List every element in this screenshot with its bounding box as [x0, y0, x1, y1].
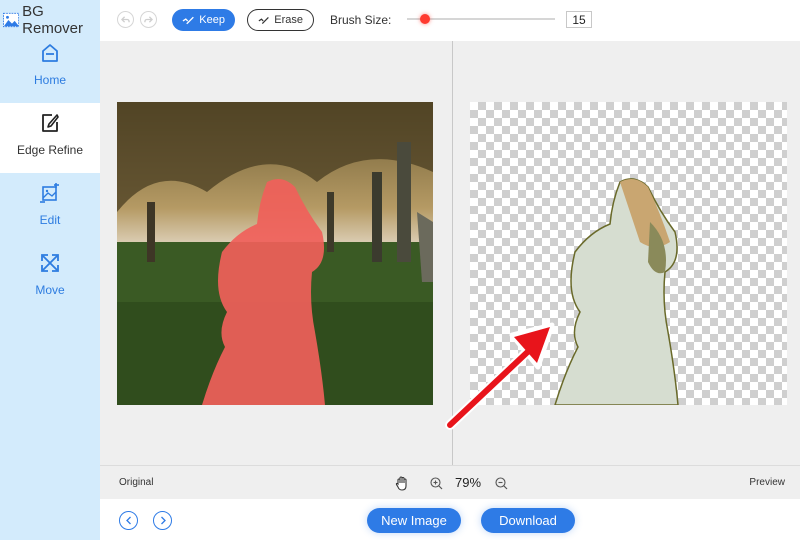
sidebar-item-label: Edge Refine: [16, 143, 84, 157]
home-icon: [42, 44, 58, 62]
status-bar: Original 79% Preview: [100, 465, 800, 499]
split-divider[interactable]: [452, 41, 453, 465]
brush-size-slider[interactable]: [407, 14, 555, 24]
move-icon: [41, 254, 59, 272]
brush-size-value[interactable]: 15: [566, 11, 592, 28]
next-button[interactable]: [153, 511, 172, 530]
original-photo: [117, 102, 433, 405]
sidebar-item-edit[interactable]: Edit: [0, 173, 100, 243]
undo-button[interactable]: [117, 11, 134, 28]
preview-cutout: [554, 178, 679, 405]
slider-thumb[interactable]: [419, 14, 430, 24]
app-title: BG Remover: [22, 3, 84, 37]
erase-button[interactable]: Erase: [247, 9, 314, 31]
app-window: BG Remover Home Edge Refine Edit Move Ke…: [0, 0, 800, 540]
keep-button[interactable]: Keep: [172, 9, 235, 31]
download-button[interactable]: Download: [481, 508, 575, 533]
brush-erase-icon: [258, 16, 269, 24]
image-icon: [3, 12, 20, 28]
hand-pan-icon[interactable]: [395, 476, 409, 491]
brand: BG Remover: [3, 3, 100, 37]
undo-icon: [121, 16, 130, 23]
sidebar-item-label: Edit: [39, 213, 61, 227]
sidebar-item-label: Move: [35, 283, 65, 297]
new-image-button[interactable]: New Image: [367, 508, 461, 533]
zoom-out-icon[interactable]: [495, 477, 508, 490]
bottom-bar: New Image Download: [100, 499, 800, 540]
redo-button[interactable]: [140, 11, 157, 28]
toolbar: Keep Erase Brush Size: 15: [100, 0, 800, 41]
sidebar-item-home[interactable]: Home: [0, 33, 100, 103]
edit-image-icon: [40, 183, 59, 203]
chevron-left-icon: [125, 516, 131, 525]
original-label: Original: [119, 477, 154, 488]
previous-button[interactable]: [119, 511, 138, 530]
brush-size-label: Brush Size:: [330, 13, 392, 27]
sidebar: BG Remover Home Edge Refine Edit Move: [0, 0, 100, 540]
original-image[interactable]: [117, 102, 433, 405]
redo-icon: [144, 16, 153, 23]
chevron-right-icon: [160, 516, 166, 525]
keep-label: Keep: [199, 14, 225, 26]
brush-keep-icon: [182, 16, 194, 24]
edge-refine-icon: [42, 114, 59, 132]
sidebar-item-label: Home: [33, 73, 66, 87]
preview-label: Preview: [749, 477, 785, 488]
canvas-workspace: [100, 41, 800, 465]
sidebar-item-edge-refine[interactable]: Edge Refine: [0, 103, 100, 173]
sidebar-item-move[interactable]: Move: [0, 243, 100, 313]
preview-image[interactable]: [470, 102, 787, 405]
zoom-in-icon[interactable]: [430, 477, 443, 490]
erase-label: Erase: [274, 14, 303, 26]
zoom-level: 79%: [455, 475, 482, 490]
